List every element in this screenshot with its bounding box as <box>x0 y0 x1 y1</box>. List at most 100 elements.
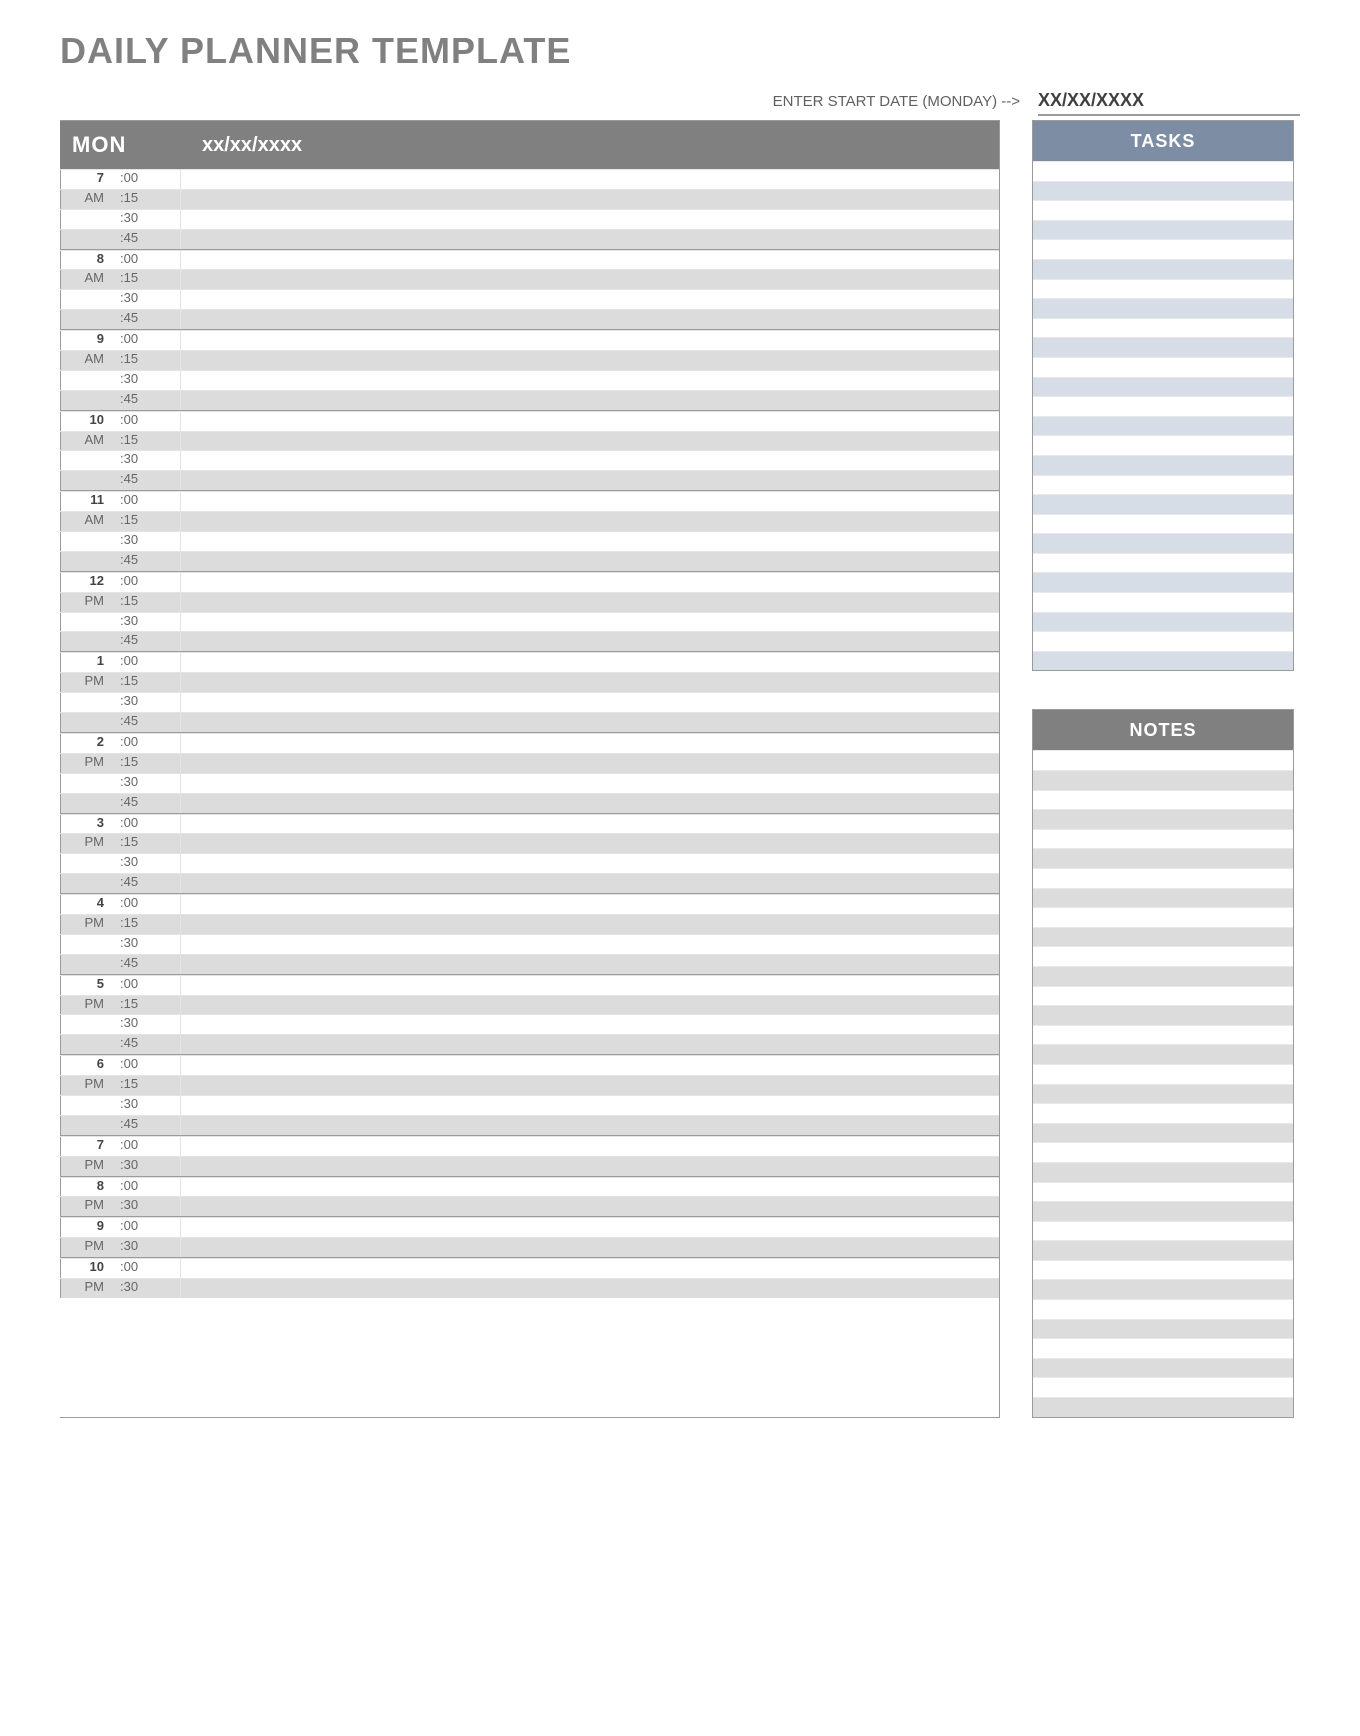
time-row[interactable]: :45 <box>60 390 999 410</box>
schedule-cell[interactable] <box>180 1178 999 1197</box>
time-row[interactable]: 7:00 <box>60 169 999 189</box>
note-row[interactable] <box>1033 1397 1293 1417</box>
schedule-cell[interactable] <box>180 996 999 1015</box>
time-row[interactable]: :30 <box>60 531 999 551</box>
schedule-cell[interactable] <box>180 1056 999 1075</box>
task-row[interactable] <box>1033 161 1293 181</box>
task-row[interactable] <box>1033 396 1293 416</box>
schedule-cell[interactable] <box>180 290 999 309</box>
note-row[interactable] <box>1033 1201 1293 1221</box>
schedule-cell[interactable] <box>180 492 999 511</box>
start-date-value[interactable]: XX/XX/XXXX <box>1038 90 1300 116</box>
schedule-cell[interactable] <box>180 1096 999 1115</box>
note-row[interactable] <box>1033 1319 1293 1339</box>
time-row[interactable]: PM:15 <box>60 914 999 934</box>
time-row[interactable]: :45 <box>60 631 999 651</box>
time-row[interactable]: PM:15 <box>60 753 999 773</box>
schedule-cell[interactable] <box>180 351 999 370</box>
note-row[interactable] <box>1033 888 1293 908</box>
task-row[interactable] <box>1033 651 1293 671</box>
task-row[interactable] <box>1033 220 1293 240</box>
schedule-cell[interactable] <box>180 935 999 954</box>
note-row[interactable] <box>1033 868 1293 888</box>
schedule-cell[interactable] <box>180 632 999 651</box>
task-row[interactable] <box>1033 514 1293 534</box>
note-row[interactable] <box>1033 1182 1293 1202</box>
note-row[interactable] <box>1033 946 1293 966</box>
note-row[interactable] <box>1033 1260 1293 1280</box>
time-row[interactable]: AM:15 <box>60 189 999 209</box>
note-row[interactable] <box>1033 1377 1293 1397</box>
schedule-cell[interactable] <box>180 1076 999 1095</box>
note-row[interactable] <box>1033 1005 1293 1025</box>
time-row[interactable]: 9:00 <box>60 330 999 350</box>
note-row[interactable] <box>1033 770 1293 790</box>
schedule-cell[interactable] <box>180 432 999 451</box>
schedule-cell[interactable] <box>180 895 999 914</box>
task-row[interactable] <box>1033 416 1293 436</box>
time-row[interactable]: :30 <box>60 450 999 470</box>
task-row[interactable] <box>1033 533 1293 553</box>
time-row[interactable]: 1:00 <box>60 652 999 672</box>
note-row[interactable] <box>1033 1123 1293 1143</box>
time-row[interactable]: 12:00 <box>60 572 999 592</box>
time-row[interactable]: :45 <box>60 712 999 732</box>
schedule-cell[interactable] <box>180 310 999 329</box>
note-row[interactable] <box>1033 1162 1293 1182</box>
task-row[interactable] <box>1033 475 1293 495</box>
time-row[interactable]: AM:15 <box>60 350 999 370</box>
time-row[interactable]: 10:00 <box>60 411 999 431</box>
time-row[interactable]: 2:00 <box>60 733 999 753</box>
note-row[interactable] <box>1033 1064 1293 1084</box>
task-row[interactable] <box>1033 298 1293 318</box>
time-row[interactable]: :30 <box>60 370 999 390</box>
schedule-cell[interactable] <box>180 170 999 189</box>
schedule-cell[interactable] <box>180 874 999 893</box>
schedule-cell[interactable] <box>180 552 999 571</box>
note-row[interactable] <box>1033 1103 1293 1123</box>
time-row[interactable]: :30 <box>60 692 999 712</box>
task-row[interactable] <box>1033 592 1293 612</box>
schedule-cell[interactable] <box>180 713 999 732</box>
time-row[interactable]: :30 <box>60 773 999 793</box>
time-row[interactable]: PM:15 <box>60 672 999 692</box>
schedule-cell[interactable] <box>180 1137 999 1156</box>
schedule-cell[interactable] <box>180 1035 999 1054</box>
schedule-cell[interactable] <box>180 915 999 934</box>
schedule-cell[interactable] <box>180 593 999 612</box>
note-row[interactable] <box>1033 1299 1293 1319</box>
task-row[interactable] <box>1033 357 1293 377</box>
note-row[interactable] <box>1033 927 1293 947</box>
note-row[interactable] <box>1033 790 1293 810</box>
time-row[interactable]: 5:00 <box>60 975 999 995</box>
schedule-cell[interactable] <box>180 1218 999 1237</box>
schedule-cell[interactable] <box>180 1279 999 1298</box>
note-row[interactable] <box>1033 1025 1293 1045</box>
schedule-cell[interactable] <box>180 976 999 995</box>
time-row[interactable]: 3:00 <box>60 814 999 834</box>
schedule-cell[interactable] <box>180 834 999 853</box>
time-row[interactable]: :30 <box>60 289 999 309</box>
time-row[interactable]: PM:30 <box>60 1196 999 1216</box>
time-row[interactable]: :45 <box>60 954 999 974</box>
schedule-cell[interactable] <box>180 412 999 431</box>
time-row[interactable]: :30 <box>60 853 999 873</box>
schedule-cell[interactable] <box>180 653 999 672</box>
schedule-cell[interactable] <box>180 371 999 390</box>
time-row[interactable]: AM:15 <box>60 431 999 451</box>
task-row[interactable] <box>1033 553 1293 573</box>
schedule-cell[interactable] <box>180 754 999 773</box>
schedule-cell[interactable] <box>180 815 999 834</box>
schedule-cell[interactable] <box>180 955 999 974</box>
note-row[interactable] <box>1033 1142 1293 1162</box>
task-row[interactable] <box>1033 494 1293 514</box>
schedule-cell[interactable] <box>180 613 999 632</box>
time-row[interactable]: 8:00 <box>60 1177 999 1197</box>
task-row[interactable] <box>1033 239 1293 259</box>
time-row[interactable]: :45 <box>60 1034 999 1054</box>
note-row[interactable] <box>1033 750 1293 770</box>
time-row[interactable]: :30 <box>60 1014 999 1034</box>
time-row[interactable]: :45 <box>60 793 999 813</box>
schedule-cell[interactable] <box>180 190 999 209</box>
note-row[interactable] <box>1033 809 1293 829</box>
